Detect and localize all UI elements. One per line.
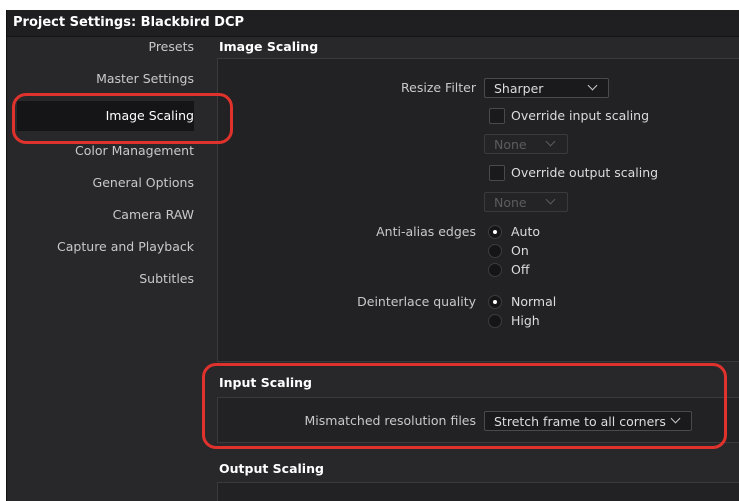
output-scaling-heading: Output Scaling [219,461,324,476]
chevron-down-icon [545,194,556,205]
settings-main: Image Scaling Resize Filter Sharper Over… [209,37,739,501]
sidebar-item-presets[interactable]: Presets [149,39,195,54]
deinterlace-label: Deinterlace quality [357,294,476,309]
anti-alias-label: Anti-alias edges [376,224,476,239]
override-input-scaling-label: Override input scaling [511,108,650,123]
anti-alias-auto-label: Auto [511,224,541,239]
input-scaling-preset-dropdown[interactable]: None [484,134,568,154]
anti-alias-auto-radio[interactable] [488,225,502,239]
image-scaling-heading: Image Scaling [219,39,319,54]
input-scaling-panel: Mismatched resolution files Stretch fram… [217,397,739,443]
output-scaling-preset-value: None [494,195,527,210]
chevron-down-icon [545,136,556,147]
anti-alias-on-label: On [511,243,529,258]
input-scaling-preset-value: None [494,137,527,152]
sidebar-item-image-scaling[interactable]: Image Scaling [17,101,194,131]
anti-alias-off-radio[interactable] [488,263,502,277]
anti-alias-off-label: Off [511,262,530,277]
override-output-scaling-checkbox[interactable] [489,165,505,181]
override-input-scaling-checkbox[interactable] [489,108,505,124]
chevron-down-icon [587,80,598,91]
mismatched-resolution-dropdown[interactable]: Stretch frame to all corners [484,411,692,431]
deinterlace-normal-radio[interactable] [488,295,502,309]
title-bar: Project Settings: Blackbird DCP [7,10,739,37]
resize-filter-label: Resize Filter [401,80,476,95]
deinterlace-normal-label: Normal [511,294,557,309]
sidebar-item-master-settings[interactable]: Master Settings [96,71,194,86]
sidebar-item-capture-and-playback[interactable]: Capture and Playback [57,239,194,254]
resize-filter-dropdown[interactable]: Sharper [484,78,609,98]
anti-alias-on-radio[interactable] [488,244,502,258]
deinterlace-high-label: High [511,313,540,328]
sidebar-item-general-options[interactable]: General Options [93,175,194,190]
image-scaling-panel: Resize Filter Sharper Override input sca… [217,58,739,362]
screenshot-frame: Project Settings: Blackbird DCP Presets … [0,0,739,501]
input-scaling-heading: Input Scaling [219,375,312,390]
mismatched-resolution-label: Mismatched resolution files [304,413,476,428]
output-scaling-panel [217,482,739,501]
output-scaling-preset-dropdown[interactable]: None [484,192,568,212]
window-title: Project Settings: Blackbird DCP [13,15,245,30]
settings-sidebar: Presets Master Settings Image Scaling Co… [7,37,208,501]
sidebar-item-color-management[interactable]: Color Management [75,143,194,158]
chevron-down-icon [670,413,681,424]
sidebar-item-subtitles[interactable]: Subtitles [139,271,194,286]
resize-filter-value: Sharper [494,81,544,96]
sidebar-item-camera-raw[interactable]: Camera RAW [113,207,194,222]
mismatched-resolution-value: Stretch frame to all corners [494,414,666,429]
override-output-scaling-label: Override output scaling [511,165,659,180]
project-settings-window: Project Settings: Blackbird DCP Presets … [6,10,739,501]
deinterlace-high-radio[interactable] [488,314,502,328]
